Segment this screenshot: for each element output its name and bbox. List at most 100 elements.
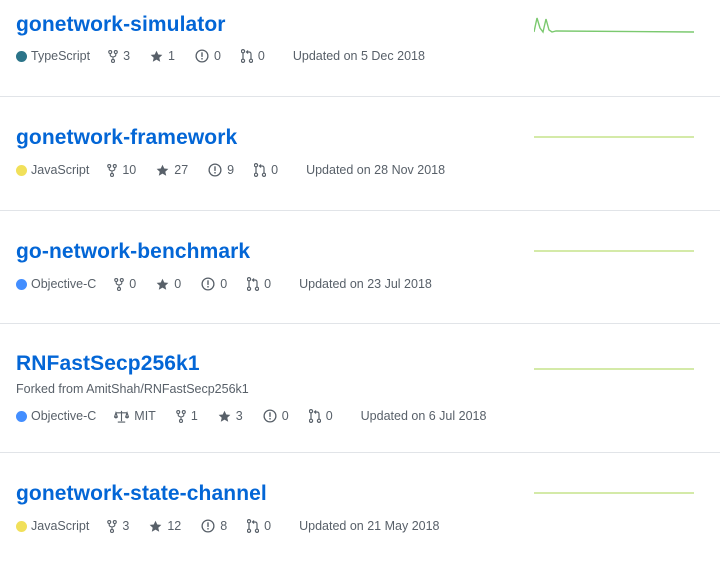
stars-count: 1 (168, 49, 175, 63)
repo-name-link[interactable]: gonetwork-framework (16, 126, 237, 150)
git-pull-request-icon (308, 409, 321, 423)
pulls-link[interactable]: 0 (240, 49, 265, 63)
stars-count: 27 (174, 163, 189, 177)
stars-link[interactable]: 3 (218, 409, 243, 423)
updated-timestamp: Updated on 21 May 2018 (299, 519, 440, 533)
git-pull-request-icon (247, 519, 260, 533)
forks-count: 10 (122, 163, 137, 177)
forks-link[interactable]: 3 (107, 519, 129, 533)
language-color-dot (16, 278, 27, 290)
forks-count: 3 (122, 519, 130, 533)
updated-timestamp: Updated on 23 Jul 2018 (299, 277, 432, 291)
forks-count: 0 (129, 277, 137, 291)
star-icon (150, 50, 163, 63)
issues-count: 9 (227, 163, 235, 177)
language-color-dot (16, 410, 27, 422)
pulls-link[interactable]: 0 (308, 409, 333, 423)
repo-item: go-network-benchmark Objective-C 0 0 0 0 (0, 211, 720, 324)
pulls-link[interactable]: 0 (247, 277, 271, 291)
issue-opened-icon (195, 49, 209, 63)
license-label: MIT (134, 409, 156, 423)
forks-link[interactable]: 1 (175, 409, 198, 423)
issues-count: 8 (220, 519, 228, 533)
issues-link[interactable]: 0 (195, 49, 221, 63)
forks-count: 1 (190, 409, 198, 423)
repo-item: RNFastSecp256k1 Forked from AmitShah/RNF… (0, 324, 720, 453)
repo-language: JavaScript (16, 519, 89, 533)
forked-from-note[interactable]: Forked from AmitShah/RNFastSecp256k1 (16, 382, 704, 396)
repo-language: Objective-C (16, 277, 96, 291)
repo-forked-icon (108, 49, 118, 63)
stars-link[interactable]: 12 (149, 519, 181, 533)
language-label: Objective-C (31, 277, 97, 291)
updated-timestamp: Updated on 28 Nov 2018 (306, 163, 446, 177)
repo-meta: TypeScript 3 1 0 0 Updated on 5 Dec 2018 (16, 49, 704, 63)
issues-count: 0 (281, 409, 289, 423)
git-pull-request-icon (247, 277, 260, 291)
issues-link[interactable]: 0 (201, 277, 227, 291)
issues-link[interactable]: 0 (263, 409, 289, 423)
issue-opened-icon (208, 163, 222, 177)
git-pull-request-icon (240, 49, 253, 63)
repo-name-link[interactable]: go-network-benchmark (16, 240, 250, 264)
pulls-count: 0 (264, 277, 272, 291)
license-info: MIT (114, 409, 156, 423)
repo-forked-icon (114, 277, 125, 291)
activity-sparkline (534, 136, 694, 138)
activity-sparkline (534, 492, 694, 494)
issue-opened-icon (263, 409, 277, 423)
star-icon (218, 410, 231, 423)
pulls-count: 0 (325, 409, 333, 423)
forks-link[interactable]: 3 (108, 49, 130, 63)
language-label: Objective-C (31, 409, 97, 423)
forks-link[interactable]: 0 (114, 277, 136, 291)
repo-meta: JavaScript 3 12 8 0 Updated on 21 May 20… (16, 519, 704, 533)
forks-link[interactable]: 10 (107, 163, 136, 177)
repo-name-link[interactable]: gonetwork-state-channel (16, 482, 267, 506)
repo-item: gonetwork-framework JavaScript 10 27 9 0 (0, 97, 720, 211)
stars-link[interactable]: 27 (156, 163, 188, 177)
language-color-dot (16, 50, 27, 62)
language-color-dot (16, 164, 27, 176)
updated-timestamp: Updated on 6 Jul 2018 (360, 409, 487, 423)
stars-link[interactable]: 1 (150, 49, 175, 63)
issues-link[interactable]: 9 (208, 163, 234, 177)
repo-name-link[interactable]: RNFastSecp256k1 (16, 352, 200, 376)
pulls-count: 0 (257, 49, 265, 63)
repo-meta: Objective-C 0 0 0 0 Updated on 23 Jul 20… (16, 277, 704, 291)
issues-link[interactable]: 8 (201, 519, 227, 533)
pulls-link[interactable]: 0 (254, 163, 278, 177)
issue-opened-icon (201, 519, 215, 533)
stars-count: 12 (167, 519, 182, 533)
language-label: TypeScript (31, 49, 91, 63)
repo-forked-icon (107, 163, 118, 177)
issue-opened-icon (201, 277, 215, 291)
star-icon (156, 278, 169, 291)
repository-list: gonetwork-simulator TypeScript 3 1 0 0 U… (0, 0, 720, 566)
activity-sparkline (534, 368, 694, 370)
stars-link[interactable]: 0 (156, 277, 181, 291)
star-icon (156, 164, 169, 177)
stars-count: 3 (235, 409, 243, 423)
language-label: JavaScript (31, 163, 90, 177)
git-pull-request-icon (254, 163, 267, 177)
repo-item: gonetwork-simulator TypeScript 3 1 0 0 U… (0, 0, 720, 97)
pulls-count: 0 (264, 519, 272, 533)
repo-language: Objective-C (16, 409, 96, 423)
activity-sparkline (534, 250, 694, 252)
pulls-link[interactable]: 0 (247, 519, 271, 533)
repo-forked-icon (175, 409, 186, 423)
star-icon (149, 520, 162, 533)
issues-count: 0 (220, 277, 228, 291)
repo-meta: Objective-C MIT 1 3 0 0 Updated on 6 Jul… (16, 409, 704, 423)
repo-language: TypeScript (16, 49, 90, 63)
forks-count: 3 (123, 49, 131, 63)
language-label: JavaScript (31, 519, 90, 533)
law-icon (114, 410, 130, 423)
repo-name-link[interactable]: gonetwork-simulator (16, 13, 226, 37)
repo-language: JavaScript (16, 163, 89, 177)
updated-timestamp: Updated on 5 Dec 2018 (292, 49, 425, 63)
pulls-count: 0 (271, 163, 279, 177)
repo-meta: JavaScript 10 27 9 0 Updated on 28 Nov 2… (16, 163, 704, 177)
language-color-dot (16, 520, 27, 532)
